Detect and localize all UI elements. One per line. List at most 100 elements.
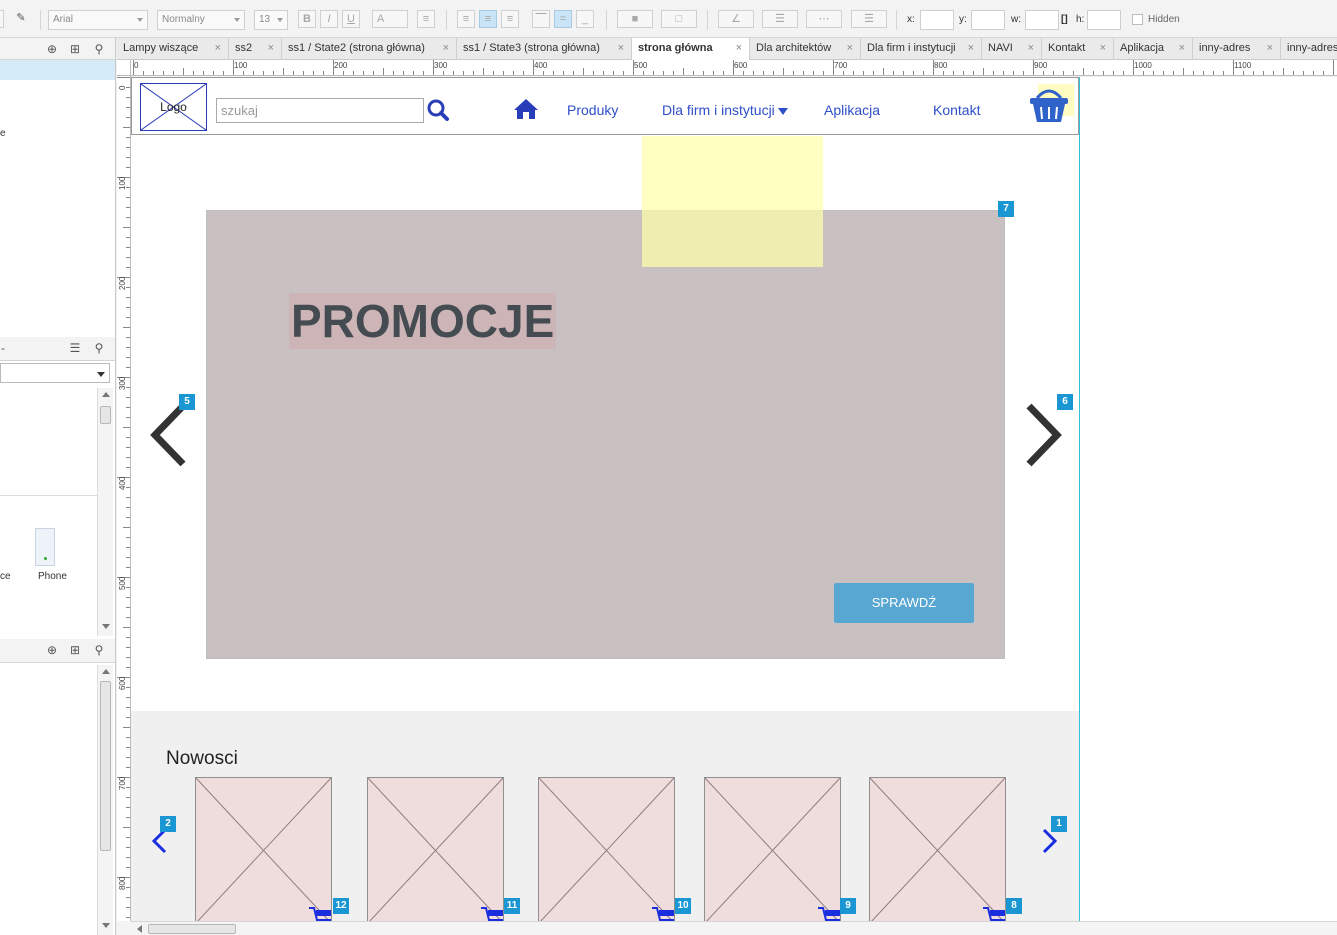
cart-icon[interactable] [650, 904, 678, 921]
line-width-icon[interactable]: ☰ [762, 10, 798, 28]
scroll-thumb[interactable] [100, 406, 111, 424]
product-image-placeholder[interactable] [195, 777, 332, 921]
scroll-thumb[interactable] [148, 924, 236, 934]
close-icon[interactable]: × [1267, 38, 1273, 59]
tab-11[interactable]: inny-adres × [1193, 38, 1281, 60]
close-icon[interactable]: × [268, 38, 274, 59]
w-field[interactable] [1025, 10, 1059, 30]
bold-icon[interactable]: B [298, 10, 316, 28]
cart-icon[interactable] [981, 904, 1009, 921]
toolbar-edge-icon[interactable] [0, 10, 4, 28]
tab-12[interactable]: inny-adres× [1281, 38, 1337, 60]
tab-4[interactable]: ss1 / State3 (strona główna) × [457, 38, 632, 60]
collapse-icon[interactable]: - [0, 341, 10, 355]
add-folder-icon[interactable]: ⊞ [68, 643, 82, 657]
lock-ratio-icon[interactable]: [] [1061, 14, 1068, 25]
nav-dla-firm[interactable]: Dla firm i instytucji [662, 102, 788, 118]
close-icon[interactable]: × [1179, 38, 1185, 59]
close-icon[interactable]: × [618, 38, 624, 59]
product-image-placeholder[interactable] [704, 777, 841, 921]
underline-icon[interactable]: U [342, 10, 360, 28]
close-icon[interactable]: × [443, 38, 449, 59]
line-color-icon[interactable]: ∠ [718, 10, 754, 28]
library-select[interactable] [0, 363, 110, 383]
add-master-icon[interactable]: ⊕ [45, 643, 59, 657]
cart-icon[interactable] [479, 904, 507, 921]
sticky-note[interactable] [642, 136, 823, 267]
align-left-icon[interactable]: ≡ [457, 10, 475, 28]
tab-8[interactable]: NAVI × [982, 38, 1042, 60]
widgets-scrollbar[interactable] [97, 388, 113, 636]
font-family-select[interactable]: Arial [48, 10, 148, 30]
product-image-placeholder[interactable] [367, 777, 504, 921]
tab-9[interactable]: Kontakt × [1042, 38, 1114, 60]
tab-7[interactable]: Dla firm i instytucji × [861, 38, 982, 60]
selected-page-row[interactable] [0, 60, 115, 80]
promo-next-icon[interactable] [1025, 402, 1063, 471]
masters-scrollbar[interactable] [97, 665, 113, 935]
search-icon[interactable] [426, 98, 450, 125]
scroll-up-icon[interactable] [102, 392, 110, 397]
tab-3[interactable]: ss1 / State2 (strona główna) × [282, 38, 457, 60]
hidden-checkbox[interactable] [1132, 14, 1143, 25]
bullet-list-icon[interactable]: ≡ [417, 10, 435, 28]
cart-icon[interactable] [307, 904, 335, 921]
nav-aplikacja[interactable]: Aplikacja [824, 102, 880, 118]
search-input[interactable]: szukaj [216, 98, 424, 123]
shadow-icon[interactable]: □ [661, 10, 697, 28]
add-page-icon[interactable]: ⊕ [45, 42, 59, 56]
close-icon[interactable]: × [215, 38, 221, 59]
align-center-icon[interactable]: ≡ [479, 10, 497, 28]
logo-placeholder[interactable]: Logo [140, 83, 207, 131]
tab-10[interactable]: Aplikacja × [1114, 38, 1193, 60]
close-icon[interactable]: × [1028, 38, 1034, 59]
tab-2[interactable]: ss2 × [229, 38, 282, 60]
nav-produkty[interactable]: Produky [567, 102, 618, 118]
promo-banner[interactable]: PROMOCJE SPRAWDŹ [206, 210, 1005, 659]
home-icon[interactable] [513, 98, 539, 123]
arrow-style-icon[interactable]: ☰ [851, 10, 887, 28]
font-color-icon[interactable]: A [372, 10, 408, 28]
add-folder-icon[interactable]: ⊞ [68, 42, 82, 56]
promo-button[interactable]: SPRAWDŹ [834, 583, 974, 623]
italic-icon[interactable]: I [320, 10, 338, 28]
promo-title[interactable]: PROMOCJE [289, 293, 557, 349]
basket-icon[interactable] [1028, 84, 1070, 129]
close-icon[interactable]: × [1100, 38, 1106, 59]
align-right-icon[interactable]: ≡ [501, 10, 519, 28]
scroll-down-icon[interactable] [102, 923, 110, 928]
search-icon[interactable]: ⚲ [92, 341, 106, 355]
search-icon[interactable]: ⚲ [92, 643, 106, 657]
scroll-left-icon[interactable] [137, 925, 142, 933]
y-field[interactable] [971, 10, 1005, 30]
nav-kontakt[interactable]: Kontakt [933, 102, 980, 118]
scroll-up-icon[interactable] [102, 669, 110, 674]
phone-widget-icon[interactable] [35, 528, 55, 566]
h-field[interactable] [1087, 10, 1121, 30]
tab-5[interactable]: strona główna × [632, 38, 750, 61]
close-icon[interactable]: × [968, 38, 974, 59]
align-top-icon[interactable]: ⎺ [532, 10, 550, 28]
menu-icon[interactable]: ☰ [68, 341, 82, 355]
align-middle-icon[interactable]: = [554, 10, 572, 28]
search-icon[interactable]: ⚲ [92, 42, 106, 56]
canvas-horizontal-scrollbar[interactable] [131, 921, 1337, 935]
tab-1[interactable]: Lampy wiszące × [117, 38, 229, 60]
design-canvas[interactable]: Logo szukaj Produky Dla firm i instytucj… [131, 77, 1337, 921]
fill-color-icon[interactable]: ■ [617, 10, 653, 28]
edit-note-icon[interactable]: ✎ [12, 10, 30, 28]
line-style-icon[interactable]: ⋯ [806, 10, 842, 28]
x-field[interactable] [920, 10, 954, 30]
close-icon[interactable]: × [847, 38, 853, 59]
align-bottom-icon[interactable]: _ [576, 10, 594, 28]
phone-widget-label[interactable]: Phone [38, 571, 67, 582]
scroll-thumb[interactable] [100, 681, 111, 851]
product-image-placeholder[interactable] [869, 777, 1006, 921]
scroll-down-icon[interactable] [102, 624, 110, 629]
product-image-placeholder[interactable] [538, 777, 675, 921]
font-style-select[interactable]: Normalny [157, 10, 245, 30]
close-icon[interactable]: × [736, 38, 742, 59]
font-size-select[interactable]: 13 [254, 10, 288, 30]
tab-6[interactable]: Dla architektów × [750, 38, 861, 60]
promo-prev-icon[interactable] [149, 402, 187, 471]
